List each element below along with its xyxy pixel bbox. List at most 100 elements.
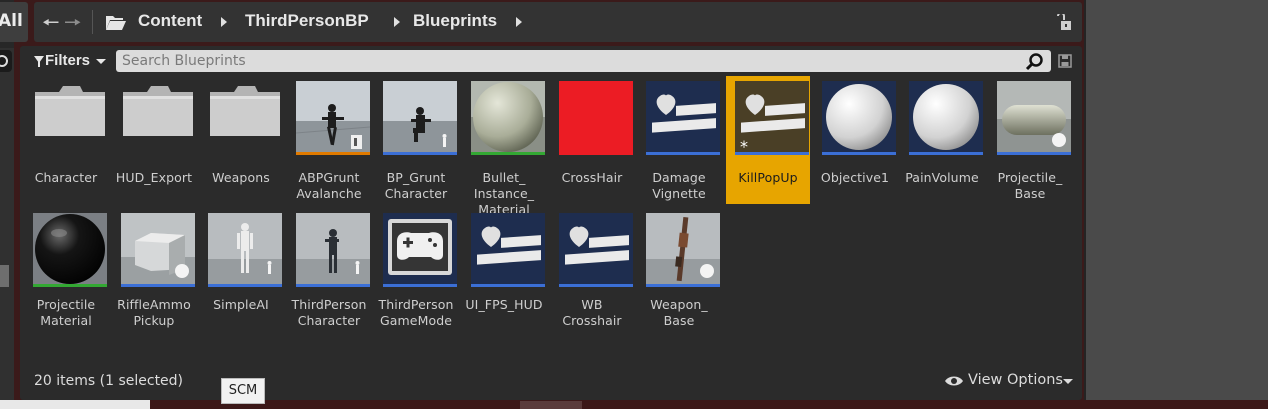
folder-icon: [35, 86, 105, 136]
asset-tile[interactable]: Objective1: [813, 76, 897, 204]
breadcrumb-thirdpersonbp[interactable]: ThirdPersonBP: [245, 11, 369, 31]
asset-tile[interactable]: Weapons: [199, 76, 283, 204]
asset-label: HUD_Export: [115, 170, 193, 185]
bottom-white-area: [0, 400, 150, 409]
filter-funnel-icon: [34, 56, 44, 67]
asset-tile[interactable]: HUD_Export: [112, 76, 196, 204]
back-arrow-icon[interactable]: 🠔: [42, 12, 60, 32]
asset-type-bar: [33, 284, 107, 287]
filters-label: Filters: [45, 52, 91, 69]
lock-icon[interactable]: [1056, 14, 1072, 31]
mannequin-kneel-thumbnail: [383, 81, 457, 155]
capsule-thumbnail: [997, 81, 1071, 155]
asset-tile[interactable]: ThirdPerson Character: [287, 208, 371, 336]
filters-button[interactable]: Filters: [30, 50, 110, 72]
asset-type-bar: [208, 284, 282, 287]
asset-tile[interactable]: Damage Vignette: [637, 76, 721, 204]
asset-tile[interactable]: ABPGrunt Avalanche: [287, 76, 371, 204]
open-folder-icon: [106, 16, 126, 30]
asset-type-bar: [997, 152, 1071, 155]
mannequin-dark-thumbnail: [296, 213, 370, 287]
asset-tile[interactable]: Projectile_ Base: [988, 76, 1072, 204]
asset-tile[interactable]: SimpleAI: [199, 208, 283, 336]
asset-type-bar: [646, 152, 720, 155]
asset-tile[interactable]: Bullet_ Instance_ Material: [462, 76, 546, 217]
item-count-status: 20 items (1 selected): [34, 373, 184, 389]
search-box: [116, 50, 1051, 72]
left-tab-all[interactable]: All: [0, 2, 28, 42]
asset-tile[interactable]: RiffleAmmo Pickup: [112, 208, 196, 336]
right-panel: [1086, 0, 1268, 405]
red-texture-thumbnail: [559, 81, 633, 155]
view-options-label: View Options: [968, 372, 1063, 388]
asset-label: Projectile Material: [36, 297, 96, 328]
asset-label: UI_FPS_HUD: [465, 297, 543, 312]
asset-tile[interactable]: WB Crosshair: [550, 208, 634, 336]
asset-type-bar: [646, 284, 720, 287]
forward-arrow-icon[interactable]: 🠖: [64, 12, 82, 32]
asset-tile[interactable]: Projectile Material: [24, 208, 108, 336]
asset-label: SimpleAI: [213, 297, 269, 312]
eye-icon: [945, 376, 963, 386]
asset-type-bar: [909, 152, 983, 155]
path-bar: 🠔 🠖 Content ThirdPersonBP Blueprints: [34, 2, 1082, 42]
white-sphere-thumbnail: [909, 81, 983, 155]
breadcrumb-arrow-icon[interactable]: [394, 17, 400, 27]
folder-icon: [210, 86, 280, 136]
asset-label: Character: [34, 170, 98, 185]
search-icon[interactable]: [1025, 53, 1045, 71]
asset-label: Weapon_ Base: [650, 297, 708, 328]
asset-label: BP_Grunt Character: [384, 170, 448, 201]
asset-type-bar: [735, 152, 809, 155]
asset-label: ThirdPerson Character: [291, 297, 367, 328]
breadcrumb-content[interactable]: Content: [138, 11, 202, 31]
asset-label: Damage Vignette: [652, 170, 706, 201]
asset-label: Objective1: [820, 170, 890, 185]
sources-scrollbar[interactable]: [0, 265, 9, 287]
asset-type-bar: [296, 284, 370, 287]
chevron-down-icon: [1063, 379, 1073, 384]
asset-label: KillPopUp: [738, 170, 798, 185]
sources-search-icon[interactable]: [0, 50, 12, 72]
asset-type-bar: [471, 152, 545, 155]
sources-tree: [0, 48, 14, 400]
asset-tile[interactable]: UI_FPS_HUD: [462, 208, 546, 336]
viewport-strip: [0, 400, 1268, 409]
asset-type-bar: [559, 284, 633, 287]
black-sphere-thumbnail: [33, 213, 107, 287]
asset-type-bar: [383, 152, 457, 155]
asset-type-bar: [296, 152, 370, 155]
breadcrumb-arrow-icon[interactable]: [221, 17, 227, 27]
asset-tile[interactable]: PainVolume: [900, 76, 984, 204]
asset-label: ABPGrunt Avalanche: [296, 170, 362, 201]
bottom-gray-area: [520, 401, 582, 409]
asset-label: ThirdPerson GameMode: [378, 297, 454, 328]
asset-label: PainVolume: [905, 170, 979, 185]
gamepad-icon: [383, 213, 457, 287]
rifle-thumbnail: [646, 213, 720, 287]
asset-tile[interactable]: BP_Grunt Character: [374, 76, 458, 204]
view-options-button[interactable]: View Options: [944, 372, 1074, 392]
asset-label: WB Crosshair: [562, 297, 622, 328]
asset-tile[interactable]: Character: [24, 76, 108, 204]
mannequin-standing-thumbnail: [208, 213, 282, 287]
widget-blueprint-icon: [471, 213, 545, 287]
left-tab-label: All: [0, 11, 23, 31]
search-input[interactable]: [122, 50, 1012, 72]
tooltip: SCM: [221, 378, 265, 404]
widget-blueprint-icon: *: [735, 81, 809, 155]
asset-tile[interactable]: Weapon_ Base: [637, 208, 721, 336]
asset-type-bar: [471, 284, 545, 287]
asset-tile[interactable]: CrossHair: [550, 76, 634, 204]
asset-label: RiffleAmmo Pickup: [117, 297, 191, 328]
asset-tile[interactable]: ThirdPerson GameMode: [374, 208, 458, 336]
breadcrumb-arrow-icon[interactable]: [516, 17, 522, 27]
breadcrumb-blueprints[interactable]: Blueprints: [413, 11, 497, 31]
asset-label: Projectile_ Base: [997, 170, 1063, 201]
asset-tile-selected[interactable]: * KillPopUp: [726, 76, 810, 204]
folder-icon: [123, 86, 193, 136]
save-search-icon[interactable]: [1058, 54, 1072, 68]
chevron-down-icon: [96, 59, 106, 64]
material-sphere-thumbnail: [471, 81, 545, 155]
path-separator: [92, 10, 93, 34]
